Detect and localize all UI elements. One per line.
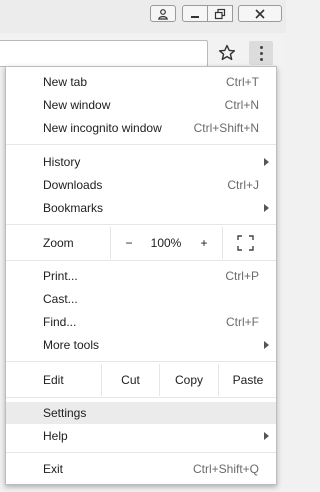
submenu-arrow-icon <box>264 341 269 349</box>
profile-icon <box>158 8 168 20</box>
menu-item-label: Exit <box>43 462 64 476</box>
fullscreen-icon[interactable] <box>237 235 254 251</box>
menu-item-label: Downloads <box>43 178 103 192</box>
paste-button[interactable]: Paste <box>218 364 277 396</box>
menu-item-label: Bookmarks <box>43 201 104 215</box>
menu-item-label: Help <box>43 429 68 443</box>
menu-item-help[interactable]: Help <box>6 425 276 447</box>
zoom-out-button[interactable]: − <box>110 227 147 259</box>
submenu-arrow-icon <box>264 432 269 440</box>
menu-item-new-incognito[interactable]: New incognito window Ctrl+Shift+N <box>6 117 276 139</box>
zoom-row: Zoom − 100% + <box>6 227 276 259</box>
menu-item-shortcut: Ctrl+J <box>227 178 259 192</box>
menu-item-shortcut: Ctrl+T <box>226 75 259 89</box>
menu-item-label: Print... <box>43 269 78 283</box>
menu-divider <box>6 397 276 398</box>
menu-divider <box>6 260 276 261</box>
menu-item-shortcut: Ctrl+Shift+Q <box>192 462 259 476</box>
menu-item-bookmarks[interactable]: Bookmarks <box>6 197 276 219</box>
edit-label: Edit <box>43 373 64 387</box>
star-icon[interactable] <box>217 43 237 63</box>
chrome-menu: New tab Ctrl+T New window Ctrl+N New inc… <box>5 66 277 485</box>
menu-item-downloads[interactable]: Downloads Ctrl+J <box>6 174 276 196</box>
menu-item-label: History <box>43 155 81 169</box>
menu-item-settings[interactable]: Settings <box>6 402 276 424</box>
menu-item-find[interactable]: Find... Ctrl+F <box>6 311 276 333</box>
menu-item-new-tab[interactable]: New tab Ctrl+T <box>6 71 276 93</box>
menu-item-label: Cast... <box>43 292 78 306</box>
menu-item-history[interactable]: History <box>6 151 276 173</box>
address-bar[interactable] <box>0 40 208 67</box>
zoom-in-button[interactable]: + <box>186 227 223 259</box>
menu-item-shortcut: Ctrl+Shift+N <box>193 121 259 135</box>
zoom-label: Zoom <box>43 236 74 250</box>
menu-item-label: More tools <box>43 338 100 352</box>
menu-item-shortcut: Ctrl+P <box>225 269 259 283</box>
menu-divider <box>6 361 276 362</box>
submenu-arrow-icon <box>264 204 269 212</box>
minimize-icon <box>191 15 199 18</box>
menu-item-label: New tab <box>43 75 88 89</box>
menu-item-exit[interactable]: Exit Ctrl+Shift+Q <box>6 458 276 480</box>
copy-button[interactable]: Copy <box>159 364 218 396</box>
menu-item-shortcut: Ctrl+N <box>224 98 259 112</box>
menu-item-label: New window <box>43 98 111 112</box>
menu-divider <box>6 452 276 453</box>
title-bar <box>0 0 286 33</box>
profile-button[interactable] <box>150 5 176 22</box>
restore-icon <box>214 8 226 19</box>
close-button[interactable] <box>238 5 282 22</box>
menu-divider <box>6 224 276 225</box>
menu-item-new-window[interactable]: New window Ctrl+N <box>6 94 276 116</box>
zoom-level: 100% <box>150 236 182 250</box>
toolbar <box>0 33 286 69</box>
minimize-button[interactable] <box>182 5 208 22</box>
menu-item-more-tools[interactable]: More tools <box>6 334 276 356</box>
submenu-arrow-icon <box>264 158 269 166</box>
edit-row: Edit Cut Copy Paste <box>6 364 276 396</box>
restore-button[interactable] <box>207 5 233 22</box>
cut-button[interactable]: Cut <box>101 364 159 396</box>
menu-item-shortcut: Ctrl+F <box>226 315 259 329</box>
kebab-menu-icon[interactable] <box>249 41 273 65</box>
menu-item-label: New incognito window <box>43 121 162 135</box>
menu-item-print[interactable]: Print... Ctrl+P <box>6 265 276 287</box>
menu-item-label: Settings <box>43 406 87 420</box>
close-icon <box>255 8 265 19</box>
menu-divider <box>6 144 276 145</box>
menu-item-label: Find... <box>43 315 77 329</box>
menu-item-cast[interactable]: Cast... <box>6 288 276 310</box>
